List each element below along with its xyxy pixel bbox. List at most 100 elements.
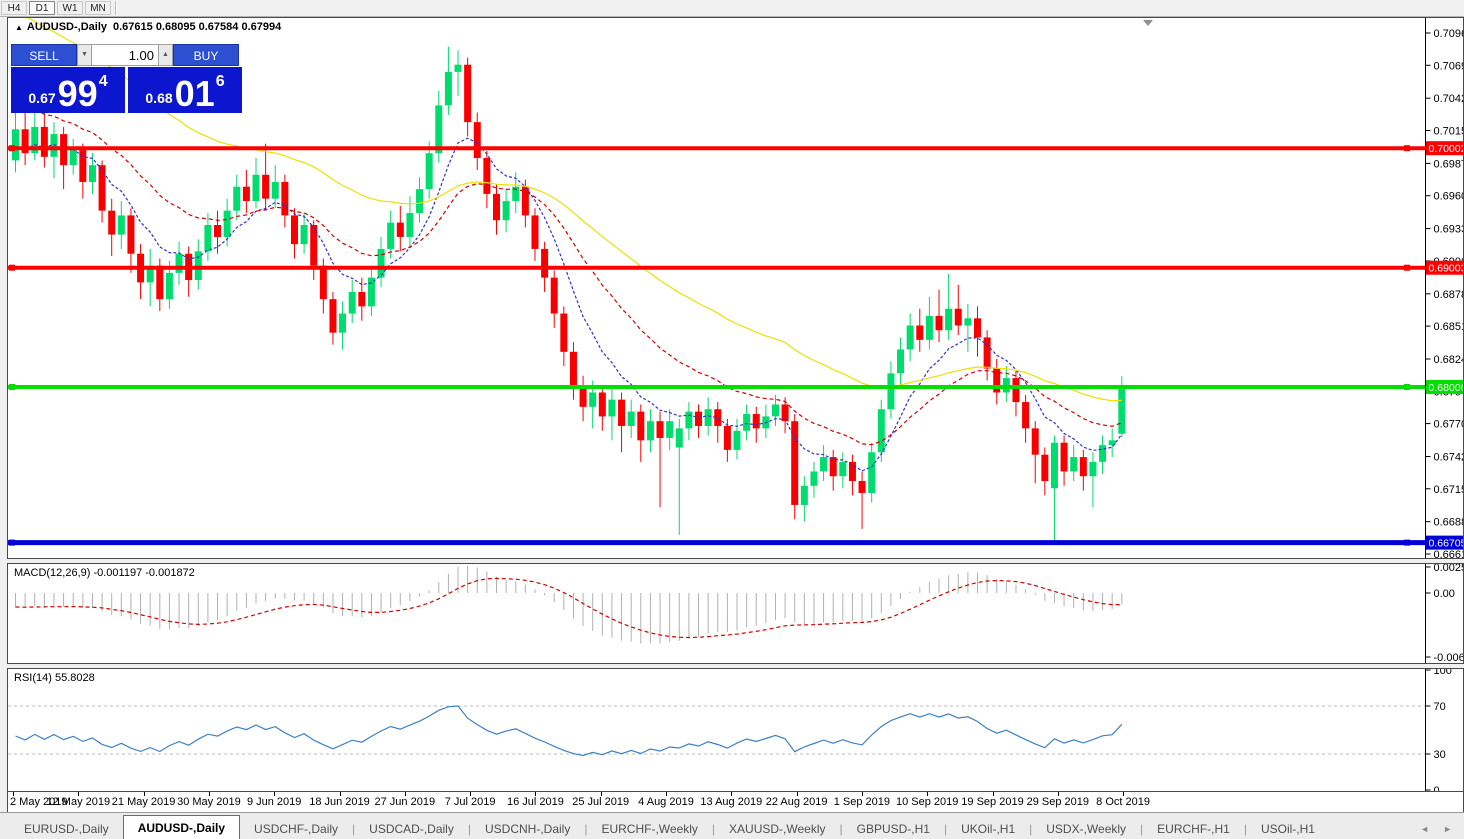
chart-tab[interactable]: USOil-,H1	[1247, 818, 1329, 839]
date-label: 7 Jul 2019	[445, 796, 496, 808]
volume-input[interactable]	[92, 44, 158, 66]
chart-symbol-label: AUDUSD-,Daily	[27, 21, 107, 33]
date-label: 30 May 2019	[177, 796, 241, 808]
candle	[483, 158, 490, 194]
chart-tab[interactable]: EURCHF-,Weekly	[587, 818, 711, 839]
rsi-scale-label: 70	[1434, 701, 1446, 713]
chart-tab[interactable]: EURUSD-,Daily	[10, 818, 123, 839]
candle	[166, 273, 173, 299]
date-label: 19 Sep 2019	[961, 796, 1023, 808]
candle	[551, 278, 558, 314]
price-tick-label: 0.67425	[1434, 451, 1464, 463]
date-label: 25 Jul 2019	[572, 796, 629, 808]
sell-price-pip: 4	[99, 73, 108, 91]
candle	[560, 314, 567, 352]
timeframe-d1-button[interactable]: D1	[29, 1, 55, 15]
tab-scroll-left-icon[interactable]: ◄	[1420, 824, 1429, 834]
buy-price[interactable]: 0.68016	[128, 67, 242, 113]
timeframe-w1-button[interactable]: W1	[57, 1, 83, 15]
volume-increase-button[interactable]: ▲	[158, 44, 173, 66]
price-tick-label: 0.69875	[1434, 158, 1464, 170]
hline-left-handle[interactable]	[9, 540, 15, 546]
candle	[984, 337, 991, 368]
candle	[1012, 378, 1019, 402]
candle	[291, 215, 298, 244]
price-tick-label: 0.68515	[1434, 321, 1464, 333]
candle	[541, 249, 548, 278]
candle	[329, 299, 336, 332]
rsi-label: RSI(14) 55.8028	[14, 672, 95, 684]
buy-button[interactable]: BUY	[173, 44, 239, 66]
date-label: 22 Aug 2019	[766, 796, 828, 808]
hline-right-handle[interactable]	[1404, 265, 1410, 271]
tab-scroll-right-icon[interactable]: ►	[1443, 824, 1452, 834]
timeframe-toolbar: H4 D1 W1 MN	[0, 0, 1464, 17]
candle	[782, 404, 789, 421]
hline-right-handle[interactable]	[1404, 145, 1410, 151]
price-tick-label: 0.66880	[1434, 517, 1464, 529]
chart-tab[interactable]: USDX-,Weekly	[1032, 818, 1140, 839]
candle	[618, 400, 625, 426]
candle	[753, 414, 760, 428]
candle	[907, 325, 914, 349]
hline-left-handle[interactable]	[9, 145, 15, 151]
rsi-scale-label: 30	[1434, 749, 1446, 761]
timeframe-h4-button[interactable]: H4	[1, 1, 27, 15]
hline-right-handle[interactable]	[1404, 540, 1410, 546]
price-tick-label: 0.67700	[1434, 419, 1464, 431]
candle	[945, 309, 952, 331]
chart-title: ▲AUDUSD-,Daily0.67615 0.68095 0.67584 0.…	[15, 21, 281, 33]
rsi-scale-label: 0	[1434, 785, 1440, 791]
rsi-scale-label: 100	[1434, 669, 1452, 677]
price-axis: 0.709650.706950.704200.701500.698750.696…	[1426, 18, 1464, 558]
chart-tab[interactable]: UKOil-,H1	[947, 818, 1029, 839]
chart-tab-bar: EURUSD-,DailyAUDUSD-,DailyUSDCHF-,Daily|…	[0, 812, 1464, 839]
candle	[253, 175, 260, 201]
date-label: 8 Oct 2019	[1096, 796, 1150, 808]
collapse-trade-panel-icon[interactable]: ▲	[15, 23, 23, 32]
rsi-axis: 100 70 30 0	[1426, 669, 1452, 791]
macd-panel: 0.0025740.00-0.006328 MACD(12,26,9) -0.0…	[7, 563, 1464, 664]
chart-tab[interactable]: EURCHF-,H1	[1143, 818, 1244, 839]
buy-price-prefix: 0.68	[145, 90, 172, 106]
candle	[243, 187, 250, 201]
candle	[628, 412, 635, 426]
candle	[666, 421, 673, 438]
candle	[974, 318, 981, 337]
candle	[685, 412, 692, 429]
chart-shift-icon[interactable]	[1143, 20, 1153, 26]
candle	[455, 65, 462, 72]
hline-left-handle[interactable]	[9, 265, 15, 271]
hline-right-handle[interactable]	[1404, 384, 1410, 390]
price-tick-label: 0.70420	[1434, 93, 1464, 105]
chart-tab[interactable]: USDCAD-,Daily	[355, 818, 468, 839]
date-axis[interactable]: 2 May 201912 May 201921 May 201930 May 2…	[7, 792, 1464, 812]
candle	[936, 316, 943, 330]
date-label: 12 May 2019	[46, 796, 110, 808]
macd-scale-label: 0.002574	[1434, 564, 1464, 574]
date-label: 13 Aug 2019	[700, 796, 762, 808]
timeframe-mn-button[interactable]: MN	[85, 1, 111, 15]
candle	[368, 278, 375, 307]
candle	[416, 189, 423, 213]
candle	[955, 309, 962, 326]
candle	[204, 225, 211, 251]
chart-tab[interactable]: USDCHF-,Daily	[240, 818, 352, 839]
chart-tab[interactable]: AUDUSD-,Daily	[123, 815, 240, 839]
sell-price-prefix: 0.67	[28, 90, 55, 106]
volume-decrease-button[interactable]: ▼	[77, 44, 92, 66]
sell-price[interactable]: 0.67994	[11, 67, 125, 113]
candle	[233, 187, 240, 211]
candle	[503, 201, 510, 220]
candle	[772, 404, 779, 416]
sell-button[interactable]: SELL	[11, 44, 77, 66]
chart-tab[interactable]: XAUUSD-,Weekly	[715, 818, 839, 839]
candle	[608, 400, 615, 417]
macd-chart: 0.0025740.00-0.006328	[8, 564, 1463, 663]
toolbar-separator	[115, 1, 117, 15]
hline-left-handle[interactable]	[9, 384, 15, 390]
chart-tab[interactable]: USDCNH-,Daily	[471, 818, 584, 839]
chart-tab[interactable]: GBPUSD-,H1	[843, 818, 944, 839]
candle	[647, 421, 654, 440]
price-badge-label: 0.68006	[1429, 382, 1464, 394]
